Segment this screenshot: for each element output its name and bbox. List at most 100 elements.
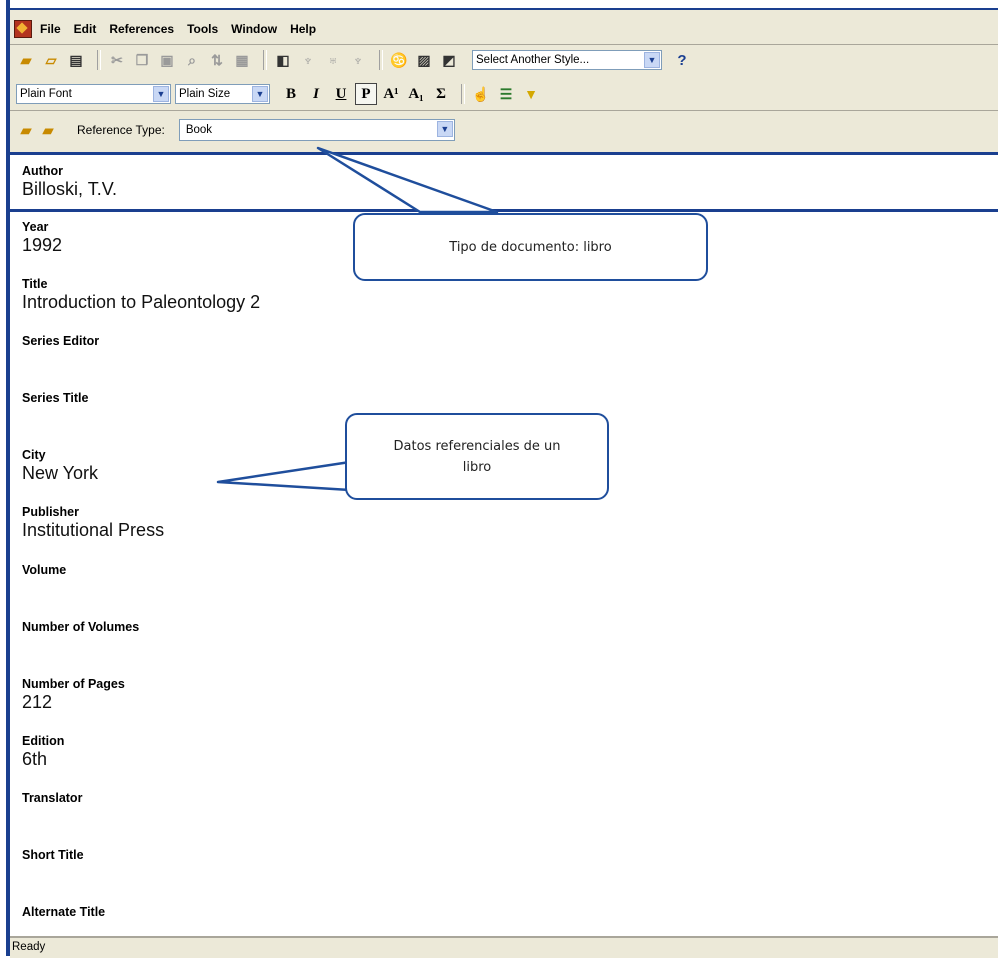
menu-references[interactable]: References [109, 22, 174, 36]
find-icon[interactable]: ⌕ [182, 50, 202, 70]
reference-type-select[interactable]: Book ▼ [178, 119, 455, 141]
toolbar-separator [263, 50, 267, 70]
field-label: Alternate Title [22, 905, 106, 919]
reference-type-value: Book [185, 124, 213, 136]
field-translator[interactable]: Translator [22, 791, 82, 806]
list-icon[interactable]: ☰ [496, 84, 516, 104]
subscript-button[interactable]: A₁ [405, 83, 427, 105]
field-title[interactable]: Title Introduction to Paleontology 2 [22, 277, 260, 313]
reference-type-label: Reference Type: [77, 123, 165, 137]
toolbar-area: File Edit References Tools Window Help ▰… [10, 10, 998, 152]
active-field-box [10, 155, 998, 212]
toolbar-separator [379, 50, 383, 70]
field-year[interactable]: Year 1992 [22, 220, 62, 256]
size-select-value: Plain Size [179, 88, 231, 100]
toolbar-separator [97, 50, 101, 70]
field-label: Series Title [22, 391, 89, 405]
hand-icon[interactable]: ☝ [471, 84, 491, 104]
field-label: Volume [22, 563, 67, 577]
menu-window[interactable]: Window [231, 22, 277, 36]
field-label: Title [22, 277, 48, 291]
open-picture-icon[interactable]: ◩ [439, 50, 459, 70]
reference-toolbar: ▰ ▰ Reference Type: Book ▼ [10, 116, 998, 144]
format-paper-icon[interactable]: ▦ [232, 50, 252, 70]
field-value[interactable]: Introduction to Paleontology 2 [22, 292, 260, 313]
help-button[interactable]: ? [672, 50, 692, 70]
toolbar-separator [461, 84, 465, 104]
field-label: Edition [22, 734, 65, 748]
connect-icon[interactable]: ♋ [389, 50, 409, 70]
show-all-icon[interactable]: ◧ [273, 50, 293, 70]
highlight-icon[interactable]: ▼ [521, 84, 541, 104]
style-select-value: Select Another Style... [476, 54, 590, 66]
callout-text: Datos referenciales de un [393, 438, 561, 454]
menu-file[interactable]: File [40, 22, 61, 36]
field-volume[interactable]: Volume [22, 563, 66, 578]
superscript-button[interactable]: A¹ [380, 83, 402, 105]
bold-button[interactable]: B [280, 83, 302, 105]
field-number-of-pages[interactable]: Number of Pages 212 [22, 677, 125, 713]
field-label: Number of Pages [22, 677, 125, 691]
main-toolbar: ▰ ▱ ▤ ✂ ❐ ▣ ⌕ ⇅ ▦ ◧ ♆ ♅ ♆ ♋ ▨ ◩ Select A… [10, 46, 998, 74]
callout-text: Tipo de documento: libro [449, 239, 612, 255]
copy-icon[interactable]: ❐ [132, 50, 152, 70]
format-bibliography-icon[interactable]: ♆ [348, 50, 368, 70]
open-library-icon[interactable]: ▱ [41, 50, 61, 70]
field-number-of-volumes[interactable]: Number of Volumes [22, 620, 139, 635]
field-series-title[interactable]: Series Title [22, 391, 88, 406]
menu-help[interactable]: Help [290, 22, 316, 36]
style-select[interactable]: Select Another Style... ▼ [472, 50, 662, 70]
field-city[interactable]: City New York [22, 448, 98, 484]
field-value[interactable]: 212 [22, 692, 125, 713]
font-select-value: Plain Font [20, 88, 72, 100]
callout-reference-data: Datos referenciales de un libro [345, 413, 609, 500]
underline-button[interactable]: U [330, 83, 352, 105]
field-label: City [22, 448, 46, 462]
font-select[interactable]: Plain Font ▼ [16, 84, 171, 104]
field-value[interactable]: Billoski, T.V. [22, 179, 117, 200]
callout-text: libro [462, 459, 492, 475]
menu-tools[interactable]: Tools [187, 22, 218, 36]
new-library-icon[interactable]: ▰ [16, 50, 36, 70]
field-short-title[interactable]: Short Title [22, 848, 84, 863]
find-citation-icon[interactable]: ♆ [298, 50, 318, 70]
chevron-down-icon[interactable]: ▼ [436, 121, 453, 137]
save-folder-icon[interactable]: ▰ [38, 120, 58, 140]
field-edition[interactable]: Edition 6th [22, 734, 64, 770]
field-series-editor[interactable]: Series Editor [22, 334, 99, 349]
field-label: Translator [22, 791, 83, 805]
menu-bar: File Edit References Tools Window Help [10, 16, 998, 42]
toolbar-divider [10, 44, 998, 45]
field-value[interactable]: New York [22, 463, 98, 484]
chevron-down-icon[interactable]: ▼ [153, 86, 169, 102]
chevron-down-icon[interactable]: ▼ [252, 86, 268, 102]
insert-citation-icon[interactable]: ♅ [323, 50, 343, 70]
cut-icon[interactable]: ✂ [107, 50, 127, 70]
toolbar-divider [10, 110, 998, 111]
field-alternate-title[interactable]: Alternate Title [22, 905, 105, 920]
field-label: Number of Volumes [22, 620, 140, 634]
print-icon[interactable]: ▤ [66, 50, 86, 70]
field-value[interactable]: Institutional Press [22, 520, 164, 541]
menu-edit[interactable]: Edit [74, 22, 97, 36]
insert-picture-icon[interactable]: ▨ [414, 50, 434, 70]
plain-button[interactable]: P [355, 83, 377, 105]
field-author[interactable]: Author Billoski, T.V. [22, 164, 117, 200]
paste-icon[interactable]: ▣ [157, 50, 177, 70]
symbol-button[interactable]: Σ [430, 83, 452, 105]
field-label: Year [22, 220, 49, 234]
field-publisher[interactable]: Publisher Institutional Press [22, 505, 164, 541]
field-label: Short Title [22, 848, 84, 862]
size-select[interactable]: Plain Size ▼ [175, 84, 270, 104]
italic-button[interactable]: I [305, 83, 327, 105]
field-label: Publisher [22, 505, 79, 519]
endnote-app-icon[interactable] [14, 20, 32, 38]
format-toolbar: Plain Font ▼ Plain Size ▼ B I U P A¹ A₁ … [10, 80, 998, 108]
field-value[interactable]: 6th [22, 749, 64, 770]
chevron-down-icon[interactable]: ▼ [644, 52, 660, 68]
status-bar: Ready [10, 936, 998, 958]
open-folder-icon[interactable]: ▰ [16, 120, 36, 140]
sort-icon[interactable]: ⇅ [207, 50, 227, 70]
field-label: Author [22, 164, 63, 178]
field-value[interactable]: 1992 [22, 235, 62, 256]
